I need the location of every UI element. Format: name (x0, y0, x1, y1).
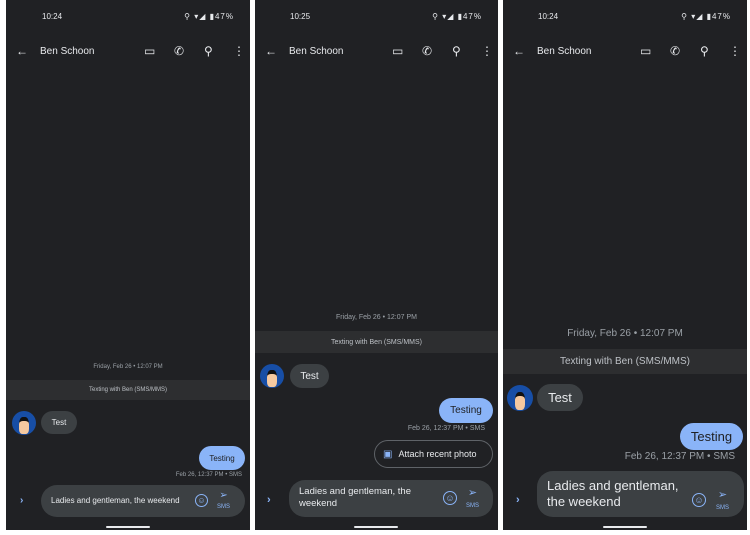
emoji-icon[interactable]: ☺ (692, 493, 706, 507)
emoji-icon[interactable]: ☺ (195, 494, 208, 507)
incoming-message[interactable]: Test (290, 364, 329, 388)
attach-recent-photo-button[interactable]: ▣ Attach recent photo (374, 440, 493, 468)
search-icon[interactable]: ⚲ (700, 44, 709, 58)
date-divider: Friday, Feb 26 • 12:07 PM (336, 314, 417, 321)
avatar[interactable] (507, 385, 533, 411)
home-indicator[interactable] (106, 526, 150, 528)
date-divider: Friday, Feb 26 • 12:07 PM (93, 364, 163, 370)
compose-text: Ladies and gentleman, the weekend (299, 486, 411, 509)
phone-icon[interactable]: ✆ (422, 44, 432, 58)
contact-name: Ben Schoon (537, 46, 592, 57)
more-vert-icon[interactable]: ⋮ (233, 44, 245, 58)
status-icons: ⚲ ▾◢ ▮47% (432, 12, 482, 21)
expand-icon[interactable]: › (516, 494, 520, 506)
battery-level: 47% (462, 12, 482, 21)
video-call-icon[interactable]: ▭ (144, 44, 155, 58)
home-indicator[interactable] (354, 526, 398, 528)
compose-text: Ladies and gentleman, the weekend (51, 496, 180, 505)
arrow-back-icon[interactable]: ← (265, 44, 277, 58)
sms-banner: Texting with Ben (SMS/MMS) (255, 331, 498, 353)
status-time: 10:24 (538, 12, 559, 21)
avatar[interactable] (12, 411, 36, 435)
screen-1: 10:24 ⚲ ▾◢ ▮47% ← Ben Schoon ▭ ✆ ⚲ ⋮ Fri… (6, 0, 250, 530)
screen-2: 10:25 ⚲ ▾◢ ▮47% ← Ben Schoon ▭ ✆ ⚲ ⋮ Fri… (255, 0, 498, 530)
more-vert-icon[interactable]: ⋮ (481, 44, 493, 58)
arrow-back-icon[interactable]: ← (513, 44, 525, 58)
send-icon: ➢ (467, 487, 478, 499)
search-icon[interactable]: ⚲ (204, 44, 213, 58)
send-button[interactable]: ➢ SMS (466, 488, 479, 510)
video-call-icon[interactable]: ▭ (392, 44, 403, 58)
search-icon[interactable]: ⚲ (452, 44, 461, 58)
more-vert-icon[interactable]: ⋮ (729, 44, 741, 58)
incoming-message[interactable]: Test (41, 411, 77, 434)
sms-banner: Texting with Ben (SMS/MMS) (6, 380, 250, 400)
send-button[interactable]: ➢ SMS (217, 491, 230, 511)
outgoing-message[interactable]: Testing (680, 423, 743, 450)
arrow-back-icon[interactable]: ← (16, 44, 28, 58)
compose-field[interactable]: Ladies and gentleman, the weekend ☺ ➢ SMS (537, 471, 744, 517)
send-icon: ➢ (717, 489, 728, 501)
status-icons: ⚲ ▾◢ ▮47% (184, 12, 234, 21)
contact-name: Ben Schoon (289, 46, 344, 57)
battery-level: 47% (214, 12, 234, 21)
avatar[interactable] (260, 364, 284, 388)
status-icons: ⚲ ▾◢ ▮47% (681, 12, 731, 21)
expand-icon[interactable]: › (20, 495, 23, 506)
outgoing-message[interactable]: Testing (439, 398, 493, 423)
contact-name: Ben Schoon (40, 46, 95, 57)
compose-field[interactable]: Ladies and gentleman, the weekend ☺ ➢ SMS (289, 480, 493, 517)
status-time: 10:24 (42, 12, 63, 21)
image-icon: ▣ (383, 448, 393, 460)
compose-field[interactable]: Ladies and gentleman, the weekend ☺ ➢ SMS (41, 485, 245, 517)
status-time: 10:25 (290, 12, 311, 21)
outgoing-message[interactable]: Testing (199, 446, 245, 470)
emoji-icon[interactable]: ☺ (443, 491, 457, 505)
screen-3: 10:24 ⚲ ▾◢ ▮47% ← Ben Schoon ▭ ✆ ⚲ ⋮ Fri… (503, 0, 747, 530)
incoming-message[interactable]: Test (537, 384, 583, 411)
video-call-icon[interactable]: ▭ (640, 44, 651, 58)
send-button[interactable]: ➢ SMS (716, 490, 729, 512)
message-timestamp: Feb 26, 12:37 PM • SMS (624, 451, 735, 462)
attach-label: Attach recent photo (398, 449, 477, 459)
home-indicator[interactable] (603, 526, 647, 528)
phone-icon[interactable]: ✆ (174, 44, 184, 58)
sms-banner: Texting with Ben (SMS/MMS) (503, 349, 747, 374)
phone-icon[interactable]: ✆ (670, 44, 680, 58)
message-timestamp: Feb 26, 12:37 PM • SMS (175, 472, 242, 478)
message-timestamp: Feb 26, 12:37 PM • SMS (407, 425, 485, 432)
battery-level: 47% (711, 12, 731, 21)
expand-icon[interactable]: › (267, 494, 271, 506)
compose-text: Ladies and gentleman, the weekend (547, 478, 679, 509)
send-icon: ➢ (219, 490, 228, 501)
date-divider: Friday, Feb 26 • 12:07 PM (567, 328, 683, 339)
